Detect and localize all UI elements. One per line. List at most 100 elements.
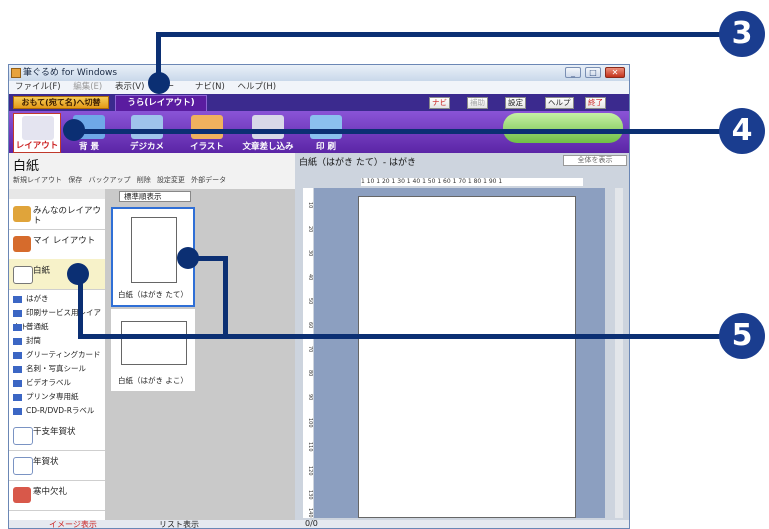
category-label: 寒中欠礼 xyxy=(33,487,68,497)
list-view-tab[interactable]: リスト表示 xyxy=(159,519,199,528)
settings-change-button[interactable]: 設定変更 xyxy=(157,176,185,184)
menu-view[interactable]: 表示(V) xyxy=(115,82,144,92)
delete-button[interactable]: 削除 xyxy=(137,176,151,184)
ruler-tick: 130 xyxy=(307,490,313,500)
callout-5-badge: 5 xyxy=(719,313,765,359)
folder-icon xyxy=(13,295,22,303)
backup-button[interactable]: バックアップ xyxy=(88,176,130,184)
ruler-tick: 90 xyxy=(307,394,313,401)
seasonal-icon xyxy=(13,487,31,503)
assist-button[interactable]: 補助 xyxy=(467,97,488,109)
maximize-button[interactable]: □ xyxy=(585,67,601,78)
card-blank-postcard-landscape[interactable]: 白紙（はがき よこ） xyxy=(111,309,195,391)
subcat-label: グリーティングカード xyxy=(26,350,101,359)
ruler-tick: 70 xyxy=(307,346,313,353)
new-layout-button[interactable]: 新規レイアウト xyxy=(13,176,62,184)
category-label: みんなのレイアウト xyxy=(33,206,102,226)
ruler-tick: 40 xyxy=(307,274,313,281)
vertical-ruler: 10 20 30 40 50 60 70 80 90 100 110 120 1… xyxy=(303,188,313,518)
menu-navi[interactable]: ナビ(N) xyxy=(195,82,225,92)
menu-help[interactable]: ヘルプ(H) xyxy=(238,82,277,92)
subcat-namecard[interactable]: 名刺・写真シール xyxy=(13,362,105,376)
title-bar: 筆ぐるめ for Windows _ □ ✕ xyxy=(9,65,629,81)
blank-page-icon xyxy=(13,266,33,284)
exit-button[interactable]: 終了 xyxy=(585,97,606,109)
folder-icon xyxy=(13,393,22,401)
menu-file[interactable]: ファイル(F) xyxy=(15,82,61,92)
app-icon xyxy=(11,68,21,78)
navi-button[interactable]: ナビ xyxy=(429,97,450,109)
subcat-video-label[interactable]: ビデオラベル xyxy=(13,376,105,390)
category-kanchu[interactable]: 寒中欠礼 xyxy=(9,480,105,511)
scroll-up-arrow[interactable] xyxy=(9,189,105,199)
category-label: マイ レイアウト xyxy=(33,236,96,246)
side-tab-bar: おもて(宛て名)へ切替 うら(レイアウト) ナビ 補助 設定 ヘルプ 終了 xyxy=(9,94,629,111)
ruler-tick: 20 xyxy=(307,226,313,233)
bottom-bar: イメージ表示 リスト表示 0/0 xyxy=(9,519,629,528)
callout-4-dot xyxy=(63,119,85,141)
callout-5-line xyxy=(78,334,722,339)
folder-icon xyxy=(13,309,22,317)
sort-select[interactable]: 標準順表示 xyxy=(119,191,191,202)
subcat-cd-label[interactable]: CD-R/DVD-Rラベル xyxy=(13,404,105,418)
close-button[interactable]: ✕ xyxy=(605,67,625,78)
external-data-button[interactable]: 外部データ xyxy=(191,176,226,184)
card-icon xyxy=(13,457,33,475)
preview-pane: 白紙（はがき たて）- はがき 全体を表示 1 10 1 20 1 30 1 4… xyxy=(295,153,629,528)
tool-layout[interactable]: レイアウト xyxy=(13,113,61,153)
folder-icon xyxy=(13,379,22,387)
category-list: みんなのレイアウト マイ レイアウト 白紙 はがき 印刷サービス用レイアウト 普… xyxy=(9,189,106,528)
ruler-tick: 120 xyxy=(307,466,313,476)
callout-3-badge: 3 xyxy=(719,11,765,57)
category-everyone-layout[interactable]: みんなのレイアウト xyxy=(9,199,105,230)
preview-title: 白紙（はがき たて）- はがき xyxy=(299,158,416,168)
menu-edit[interactable]: 編集(E) xyxy=(73,82,102,92)
save-button[interactable]: 保存 xyxy=(68,176,82,184)
subcat-label: 名刺・写真シール xyxy=(26,364,86,373)
subcat-postcard[interactable]: はがき xyxy=(13,292,105,306)
paper-preview xyxy=(131,217,177,283)
category-eto-nengajo[interactable]: 干支年賀状 xyxy=(9,420,105,451)
image-view-tab[interactable]: イメージ表示 xyxy=(49,519,97,528)
zoom-select[interactable]: 全体を表示 xyxy=(563,155,627,166)
folder-icon xyxy=(13,337,22,345)
subcat-label: CD-R/DVD-Rラベル xyxy=(26,406,95,415)
preview-canvas xyxy=(314,188,605,518)
tool-print-label: 印 刷 xyxy=(316,142,336,152)
settings-button[interactable]: 設定 xyxy=(505,97,526,109)
subcat-printer-paper[interactable]: プリンタ専用紙 xyxy=(13,390,105,404)
subcat-print-service[interactable]: 印刷サービス用レイアウト xyxy=(13,306,105,331)
tab-front-address[interactable]: おもて(宛て名)へ切替 xyxy=(13,96,109,109)
tool-text-insert-label: 文章差し込み xyxy=(242,142,294,152)
subcat-greeting-card[interactable]: グリーティングカード xyxy=(13,348,105,362)
category-my-layout[interactable]: マイ レイアウト xyxy=(9,229,105,260)
pane-title: 白紙 xyxy=(13,159,40,174)
category-label: 干支年賀状 xyxy=(33,427,76,437)
subcat-plain-paper[interactable]: 普通紙 xyxy=(13,320,105,334)
ruler-tick: 60 xyxy=(307,322,313,329)
category-label: 白紙 xyxy=(33,266,51,276)
illust-icon xyxy=(191,115,223,139)
folder-icon xyxy=(13,365,22,373)
vertical-scrollbar[interactable] xyxy=(615,188,623,518)
layout-browser-pane: 白紙 新規レイアウト 保存 バックアップ 削除 設定変更 外部データ みんなのレ… xyxy=(9,153,295,528)
callout-3-line xyxy=(156,32,722,37)
category-blank[interactable]: 白紙 xyxy=(9,259,105,290)
page-counter: 0/0 xyxy=(305,519,318,528)
category-nengajo[interactable]: 年賀状 xyxy=(9,450,105,481)
layout-icon xyxy=(22,116,54,140)
tool-camera-label: デジカメ xyxy=(129,142,164,152)
subcat-label: はがき xyxy=(26,294,49,303)
ruler-tick: 100 xyxy=(307,418,313,428)
paper-preview xyxy=(121,321,187,365)
tab-back-layout[interactable]: うら(レイアウト) xyxy=(115,95,207,111)
help-button[interactable]: ヘルプ xyxy=(545,97,574,109)
horizontal-ruler: 1 10 1 20 1 30 1 40 1 50 1 60 1 70 1 80 … xyxy=(361,178,583,186)
callout-4-line xyxy=(72,129,722,134)
postcard-page[interactable] xyxy=(358,196,576,518)
callout-3-dot xyxy=(148,72,170,94)
category-label: 年賀状 xyxy=(33,457,59,467)
subcat-label: ビデオラベル xyxy=(26,378,71,387)
minimize-button[interactable]: _ xyxy=(565,67,581,78)
subcat-label: 普通紙 xyxy=(26,322,49,331)
